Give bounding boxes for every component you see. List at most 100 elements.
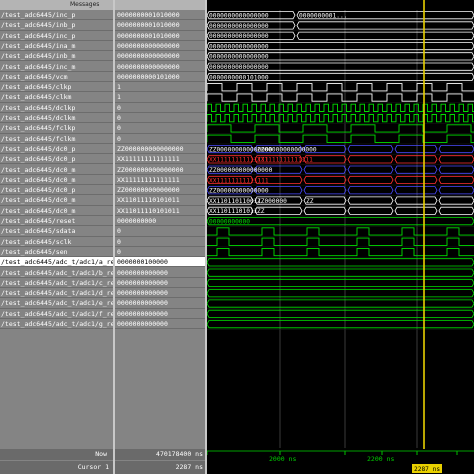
signal-value-row[interactable]: 0000000001010000 [115, 31, 205, 41]
signal-name-row[interactable]: /test_adc6445/clkp [0, 82, 113, 93]
signal-name-row[interactable]: /test_adc6445/adc_t/adc1/g_reg [0, 319, 113, 330]
clock-trace [207, 134, 474, 143]
signal-values-pane: 0000000001010000 0000000001010000 00000000… [115, 0, 205, 474]
bus-segment [207, 268, 474, 277]
signal-name-row[interactable]: /test_adc6445/dclkp [0, 103, 113, 113]
bus-segment [347, 206, 394, 215]
bus-segment [207, 320, 474, 329]
signal-name-row[interactable]: /test_adc6445/adc_t/adc1/f_reg [0, 309, 113, 319]
signal-value-row[interactable]: 0000000000000 [115, 288, 205, 299]
bus-segment [438, 145, 474, 154]
signal-value-row[interactable]: 0 [115, 237, 205, 247]
signal-value-row[interactable]: 0000000000000 [115, 309, 205, 319]
waveform-pane[interactable]: 0000000000000000 0000000001... 00000000000… [207, 0, 474, 474]
signal-value-row[interactable]: 0000000000000 [115, 298, 205, 309]
clock-trace [207, 124, 474, 133]
signal-value-row[interactable]: 0000000000000000 [115, 51, 205, 62]
timeline-tick-label: 2200 ns [367, 455, 394, 463]
signal-value-row[interactable]: 0000000100000 [115, 257, 205, 268]
bus-segment [347, 186, 394, 195]
signal-value-row[interactable]: 0000000000000 [115, 268, 205, 278]
bus-value-label: 0000000000000000 [209, 33, 269, 40]
bus-value-label: ZZ000000 [257, 198, 287, 205]
signal-value-row[interactable]: 0 [115, 226, 205, 237]
signal-name-row[interactable]: /test_adc6445/adc_t/adc1/d_reg [0, 288, 113, 299]
signal-name-row[interactable]: /test_adc6445/inc_p [0, 10, 113, 21]
signal-name-row[interactable]: /test_adc6445/adc_t/adc1/c_reg [0, 278, 113, 289]
clock-trace [207, 83, 474, 92]
signal-value-row[interactable]: 0 [115, 247, 205, 258]
clock-trace [207, 103, 474, 112]
signal-name-row[interactable]: /test_adc6445/dc0_p [0, 144, 113, 155]
signal-value-row[interactable]: 0000000000 [115, 216, 205, 227]
signal-name-row[interactable]: /test_adc6445/sdata [0, 226, 113, 237]
signal-name-row[interactable]: /test_adc6445/adc_t/adc1/b_reg [0, 268, 113, 278]
signal-name-row[interactable]: /test_adc6445/dc0_m [0, 175, 113, 186]
bus-segment [207, 258, 474, 267]
now-label: Now [0, 449, 113, 460]
signal-name-row[interactable]: /test_adc6445/dc0_p [0, 154, 113, 165]
signal-value-row[interactable]: XX11011110101011 [115, 206, 205, 216]
bus-value-label: 0000000000101000 [209, 74, 269, 81]
signal-name-row[interactable]: /test_adc6445/adc_t/adc1/a_reg [0, 257, 113, 268]
cursor-label[interactable]: Cursor 1 [0, 461, 113, 474]
bus-segment [438, 155, 474, 164]
bus-value-label: 0000000000000000 [209, 23, 269, 30]
signal-name-row[interactable]: /test_adc6445/adc_t/adc1/e_reg [0, 298, 113, 309]
signal-value-row[interactable]: 0000000001010000 [115, 20, 205, 31]
bus-value-label: XX110110110011 [209, 198, 261, 205]
signal-value-row[interactable]: 0 [115, 113, 205, 124]
bus-value-label: 0000000001... [299, 12, 347, 19]
bus-segment [207, 309, 474, 318]
bus-segment [347, 145, 394, 154]
signal-value-row[interactable]: ZZ000000000000000 [115, 144, 205, 155]
bus-segment [438, 186, 474, 195]
bus-segment [207, 289, 474, 298]
bus-value-label: 0000000000000000 [209, 43, 269, 50]
bus-segment [438, 165, 474, 174]
signal-name-row[interactable]: /test_adc6445/dclkm [0, 113, 113, 124]
signal-value-row[interactable]: 0000000000000000 [115, 62, 205, 72]
bus-segment [394, 196, 438, 205]
signal-value-row[interactable]: 0000000001010000 [115, 10, 205, 21]
signal-name-row[interactable]: /test_adc6445/inb_m [0, 51, 113, 62]
signal-value-row[interactable]: 0000000000101000 [115, 72, 205, 83]
signal-value-row[interactable]: 0 [115, 134, 205, 144]
bus-value-label: 0000000000000000 [209, 12, 269, 19]
signal-value-row[interactable]: XX11111111111111 [115, 154, 205, 165]
pulse-trace [207, 247, 474, 257]
signal-value-row[interactable]: 0 [115, 123, 205, 134]
bus-value-label: ZZ00000000000000 [209, 188, 269, 195]
signal-name-row[interactable]: /test_adc6445/fclkp [0, 123, 113, 134]
signal-value-row[interactable]: XX11111111111111 [115, 175, 205, 186]
signal-name-row[interactable]: /test_adc6445/vcm [0, 72, 113, 83]
signal-name-row[interactable]: /test_adc6445/inc_p [0, 31, 113, 41]
signal-name-row[interactable]: /test_adc6445/dc0_p [0, 185, 113, 196]
signal-name-row[interactable]: /test_adc6445/reset [0, 216, 113, 227]
signal-name-row[interactable]: /test_adc6445/inb_p [0, 20, 113, 31]
signal-name-row[interactable]: /test_adc6445/clkm [0, 92, 113, 103]
signal-name-row[interactable]: /test_adc6445/ina_m [0, 41, 113, 52]
signal-value-row[interactable]: ZZ000000000000000 [115, 165, 205, 175]
signal-value-row[interactable]: ZZ00000000000000 [115, 185, 205, 196]
signal-name-row[interactable]: /test_adc6445/sen [0, 247, 113, 258]
signal-name-row[interactable]: /test_adc6445/dc0_m [0, 206, 113, 216]
clock-trace [207, 93, 474, 102]
cursor-tag-label: 2287 ns [414, 466, 440, 473]
signal-name-row[interactable]: /test_adc6445/fclkm [0, 134, 113, 144]
bus-segment [296, 21, 474, 30]
signal-value-row[interactable]: XX11011110101011 [115, 195, 205, 206]
signal-value-row[interactable]: 1 [115, 92, 205, 103]
signal-name-row[interactable]: /test_adc6445/inc_m [0, 62, 113, 72]
bus-value-label: XX11011101011 [209, 208, 258, 215]
signal-value-row[interactable]: 1 [115, 82, 205, 93]
signal-value-row[interactable]: 0000000000000000 [115, 41, 205, 52]
signal-name-row[interactable]: /test_adc6445/dc0_m [0, 195, 113, 206]
bus-segment [394, 145, 438, 154]
signal-value-row[interactable]: 0000000000000 [115, 319, 205, 330]
signal-value-row[interactable]: 0 [115, 103, 205, 113]
signal-name-row[interactable]: /test_adc6445/dc0_m [0, 165, 113, 175]
signal-name-row[interactable]: /test_adc6445/sclk [0, 237, 113, 247]
signal-value-row[interactable]: 0000000000000 [115, 278, 205, 289]
waveform-canvas[interactable]: 0000000000000000 0000000001... 00000000000… [207, 0, 474, 474]
